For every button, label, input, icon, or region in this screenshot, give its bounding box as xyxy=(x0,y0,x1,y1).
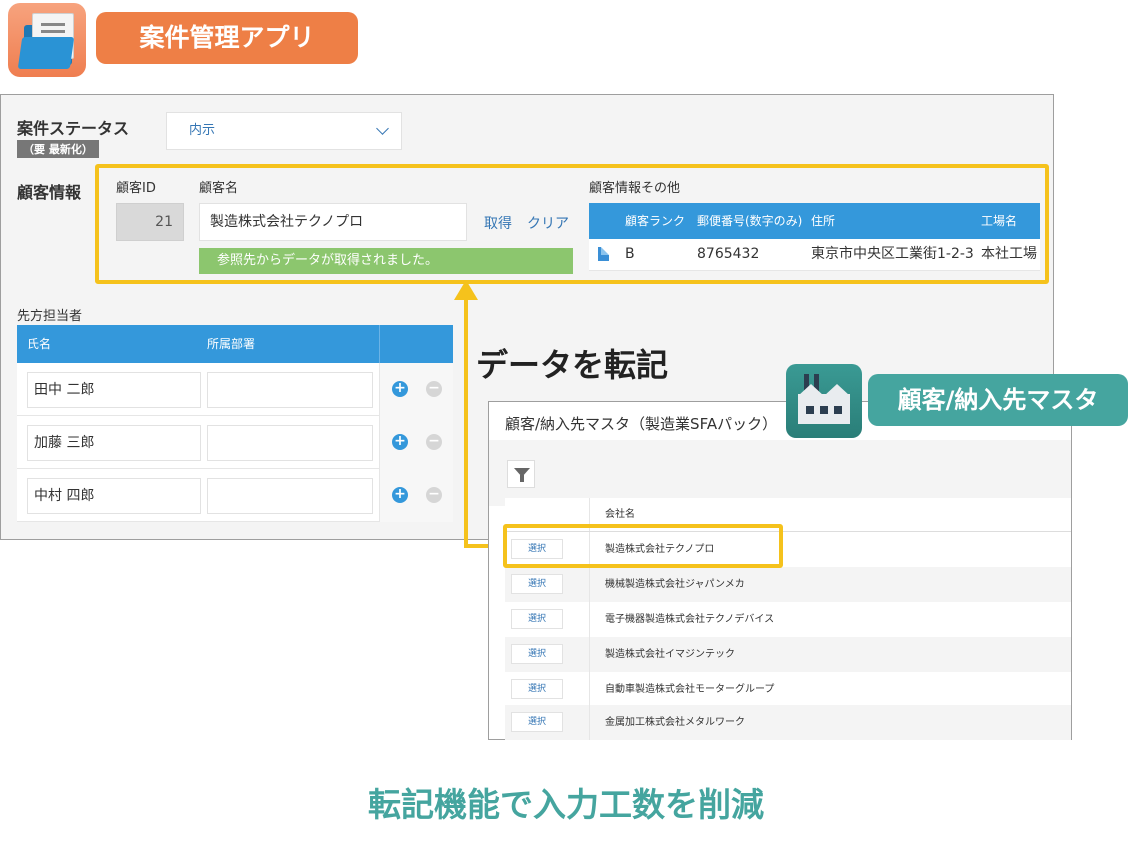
caption: 転記機能で入力工数を削減 xyxy=(368,785,764,824)
contact-name-input[interactable]: 加藤 三郎 xyxy=(27,425,201,461)
contact-name-input[interactable]: 田中 二郎 xyxy=(27,372,201,408)
status-select[interactable]: 内示 xyxy=(166,112,402,150)
select-button[interactable]: 選択 xyxy=(511,712,563,732)
selected-row-highlight xyxy=(503,524,783,568)
status-selected-value: 内示 xyxy=(189,123,216,138)
select-button[interactable]: 選択 xyxy=(511,644,563,664)
table-row: 中村 四郎 + − xyxy=(17,469,453,522)
app-title: 案件管理アプリ xyxy=(96,12,358,64)
table-row: 選択 自動車製造株式会社モーターグループ xyxy=(505,672,1071,707)
table-row: 選択 電子機器製造株式会社テクノデバイス xyxy=(505,602,1071,637)
column-header: 所属部署 xyxy=(207,337,256,351)
contacts-table: 氏名 所属部署 田中 二郎 + − 加藤 三郎 + − 中村 四郎 + − xyxy=(17,325,453,522)
contact-dept-input[interactable] xyxy=(207,425,373,461)
chevron-down-icon xyxy=(376,122,389,135)
company-name: 自動車製造株式会社モーターグループ xyxy=(605,684,775,695)
contact-dept-input[interactable] xyxy=(207,372,373,408)
status-label: 案件ステータス xyxy=(17,119,130,138)
add-row-icon[interactable]: + xyxy=(392,381,408,397)
table-row: 選択 製造株式会社イマジンテック xyxy=(505,637,1071,672)
contact-dept-input[interactable] xyxy=(207,478,373,514)
remove-row-icon[interactable]: − xyxy=(426,487,442,503)
customer-section-label: 顧客情報 xyxy=(17,183,82,202)
add-row-icon[interactable]: + xyxy=(392,487,408,503)
company-name: 製造株式会社イマジンテック xyxy=(605,649,735,660)
customer-info-highlight xyxy=(95,164,1049,284)
transfer-arrow-line xyxy=(464,296,468,548)
filter-icon[interactable] xyxy=(507,460,535,488)
factory-icon xyxy=(786,364,862,438)
master-toolbar xyxy=(489,440,1071,506)
select-button[interactable]: 選択 xyxy=(511,679,563,699)
contact-name-input[interactable]: 中村 四郎 xyxy=(27,478,201,514)
transfer-label: データを転記 xyxy=(476,346,669,384)
app-folder-icon xyxy=(8,3,86,77)
remove-row-icon[interactable]: − xyxy=(426,434,442,450)
company-name: 金属加工株式会社メタルワーク xyxy=(605,717,745,728)
master-badge-label: 顧客/納入先マスタ xyxy=(868,374,1128,426)
contacts-label: 先方担当者 xyxy=(17,309,83,324)
table-header: 氏名 所属部署 xyxy=(17,325,453,363)
table-row: 選択 機械製造株式会社ジャパンメカ xyxy=(505,567,1071,602)
update-required-badge: （要 最新化） xyxy=(17,140,99,158)
table-row: 田中 二郎 + − xyxy=(17,363,453,416)
add-row-icon[interactable]: + xyxy=(392,434,408,450)
column-header: 氏名 xyxy=(27,337,52,351)
company-name: 機械製造株式会社ジャパンメカ xyxy=(605,579,745,590)
table-row: 加藤 三郎 + − xyxy=(17,416,453,469)
company-name: 電子機器製造株式会社テクノデバイス xyxy=(605,614,775,625)
select-button[interactable]: 選択 xyxy=(511,609,563,629)
table-row: 選択 金属加工株式会社メタルワーク xyxy=(505,705,1071,740)
master-window-title: 顧客/納入先マスタ（製造業SFAパック） xyxy=(505,415,778,433)
remove-row-icon[interactable]: − xyxy=(426,381,442,397)
master-lookup-window: 顧客/納入先マスタ（製造業SFAパック） 会社名 選択 製造株式会社テクノプロ … xyxy=(488,401,1072,740)
select-button[interactable]: 選択 xyxy=(511,574,563,594)
